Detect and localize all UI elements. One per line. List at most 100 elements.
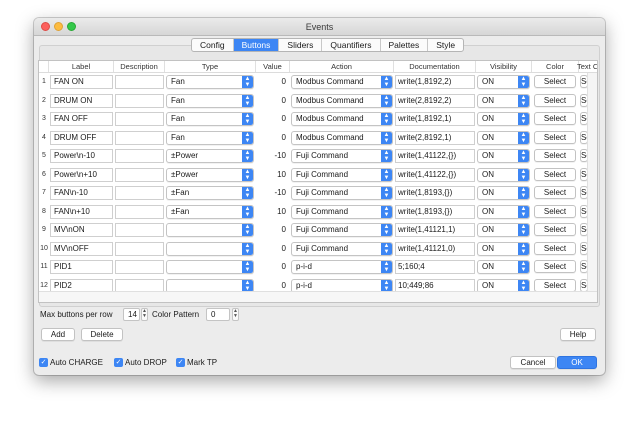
label-cell[interactable]: FAN ON (50, 75, 113, 89)
auto-drop-checkbox[interactable]: ✓ (114, 358, 123, 367)
column-header-label[interactable]: Label (49, 61, 114, 72)
documentation-cell[interactable]: write(2,8192,1) (395, 130, 475, 145)
type-select[interactable]: Fan ▲ ▼ (166, 130, 254, 145)
color-select-button[interactable]: Select (534, 278, 576, 292)
visibility-select[interactable]: ON ▲ ▼ (477, 241, 530, 256)
visibility-select[interactable]: ON ▲ ▼ (477, 112, 530, 126)
max-buttons-input[interactable]: 14 (123, 308, 140, 321)
tab-palettes[interactable]: Palettes (381, 39, 429, 51)
description-cell[interactable] (115, 241, 164, 256)
description-cell[interactable] (115, 167, 164, 182)
color-select-button[interactable]: Select (534, 186, 576, 199)
type-select[interactable]: Fan ▲ ▼ (166, 75, 254, 89)
documentation-cell[interactable]: write(1,41121,0) (395, 241, 475, 256)
label-cell[interactable]: DRUM OFF (50, 130, 113, 145)
column-header-text-color[interactable]: Text Color (577, 61, 597, 72)
tab-config[interactable]: Config (192, 39, 234, 51)
description-cell[interactable] (115, 260, 164, 274)
type-select[interactable]: ▲ ▼ (166, 241, 254, 256)
color-select-button[interactable]: Select (534, 223, 576, 236)
visibility-select[interactable]: ON ▲ ▼ (477, 223, 530, 237)
tab-buttons[interactable]: Buttons (233, 39, 280, 51)
horizontal-scrollbar[interactable] (39, 291, 597, 302)
action-select[interactable]: Fuji Command ▲ ▼ (291, 167, 393, 182)
description-cell[interactable] (115, 75, 164, 89)
value-cell[interactable]: -10 (257, 149, 289, 163)
visibility-select[interactable]: ON ▲ ▼ (477, 75, 530, 89)
action-select[interactable]: Fuji Command ▲ ▼ (291, 204, 393, 219)
description-cell[interactable] (115, 204, 164, 219)
documentation-cell[interactable]: write(1,8193,{}) (395, 204, 475, 219)
action-select[interactable]: Fuji Command ▲ ▼ (291, 241, 393, 256)
action-select[interactable]: Fuji Command ▲ ▼ (291, 186, 393, 200)
documentation-cell[interactable]: write(1,8192,1) (395, 112, 475, 126)
auto-charge-checkbox[interactable]: ✓ (39, 358, 48, 367)
column-header-color[interactable]: Color (532, 61, 579, 72)
color-select-button[interactable]: Select (534, 93, 576, 107)
cancel-button[interactable]: Cancel (510, 356, 556, 369)
action-select[interactable]: Modbus Command ▲ ▼ (291, 130, 393, 145)
column-header-value[interactable]: Value (256, 61, 290, 72)
action-select[interactable]: p-i-d ▲ ▼ (291, 260, 393, 274)
label-cell[interactable]: MV\nON (50, 223, 113, 237)
value-cell[interactable]: 0 (257, 223, 289, 237)
documentation-cell[interactable]: write(1,41122,{}) (395, 149, 475, 163)
label-cell[interactable]: PID1 (50, 260, 113, 274)
documentation-cell[interactable]: write(1,8193,{}) (395, 186, 475, 200)
column-header-type[interactable]: Type (165, 61, 256, 72)
label-cell[interactable]: MV\nOFF (50, 241, 113, 256)
vertical-scrollbar[interactable] (587, 73, 597, 292)
label-cell[interactable]: DRUM ON (50, 93, 113, 108)
value-cell[interactable]: 0 (257, 241, 289, 256)
color-select-button[interactable]: Select (534, 75, 576, 88)
documentation-cell[interactable]: write(1,41122,{}) (395, 167, 475, 182)
value-cell[interactable]: 0 (257, 112, 289, 126)
label-cell[interactable]: Power\n+10 (50, 167, 113, 182)
color-select-button[interactable]: Select (534, 204, 576, 218)
mark-tp-checkbox[interactable]: ✓ (176, 358, 185, 367)
color-select-button[interactable]: Select (534, 130, 576, 144)
value-cell[interactable]: 0 (257, 93, 289, 108)
documentation-cell[interactable]: 5;160;4 (395, 260, 475, 274)
color-select-button[interactable]: Select (534, 112, 576, 125)
column-header-visibility[interactable]: Visibility (476, 61, 532, 72)
value-cell[interactable]: 10 (257, 167, 289, 182)
column-header-action[interactable]: Action (290, 61, 394, 72)
color-pattern-input[interactable]: 0 (206, 308, 230, 321)
visibility-select[interactable]: ON ▲ ▼ (477, 260, 530, 274)
type-select[interactable]: ±Fan ▲ ▼ (166, 204, 254, 219)
documentation-cell[interactable]: write(1,8192,2) (395, 75, 475, 89)
action-select[interactable]: Modbus Command ▲ ▼ (291, 93, 393, 108)
action-select[interactable]: Modbus Command ▲ ▼ (291, 112, 393, 126)
label-cell[interactable]: FAN\n+10 (50, 204, 113, 219)
documentation-cell[interactable]: write(1,41121,1) (395, 223, 475, 237)
tab-sliders[interactable]: Sliders (279, 39, 323, 51)
color-select-button[interactable]: Select (534, 149, 576, 162)
action-select[interactable]: Fuji Command ▲ ▼ (291, 223, 393, 237)
tab-style[interactable]: Style (428, 39, 463, 51)
max-buttons-stepper[interactable]: ▲ ▼ (141, 308, 148, 321)
type-select[interactable]: ±Fan ▲ ▼ (166, 186, 254, 200)
value-cell[interactable]: 0 (257, 260, 289, 274)
tab-quantifiers[interactable]: Quantifiers (322, 39, 381, 51)
color-select-button[interactable]: Select (534, 260, 576, 273)
description-cell[interactable] (115, 130, 164, 145)
color-select-button[interactable]: Select (534, 167, 576, 181)
description-cell[interactable] (115, 149, 164, 163)
visibility-select[interactable]: ON ▲ ▼ (477, 186, 530, 200)
value-cell[interactable]: -10 (257, 186, 289, 200)
delete-button[interactable]: Delete (81, 328, 123, 341)
type-select[interactable]: Fan ▲ ▼ (166, 93, 254, 108)
type-select[interactable]: Fan ▲ ▼ (166, 112, 254, 126)
description-cell[interactable] (115, 186, 164, 200)
action-select[interactable]: Modbus Command ▲ ▼ (291, 75, 393, 89)
ok-button[interactable]: OK (557, 356, 597, 369)
column-header-documentation[interactable]: Documentation (394, 61, 476, 72)
visibility-select[interactable]: ON ▲ ▼ (477, 167, 530, 182)
visibility-select[interactable]: ON ▲ ▼ (477, 130, 530, 145)
label-cell[interactable]: Power\n-10 (50, 149, 113, 163)
visibility-select[interactable]: ON ▲ ▼ (477, 93, 530, 108)
value-cell[interactable]: 0 (257, 75, 289, 89)
color-pattern-stepper[interactable]: ▲ ▼ (232, 308, 239, 321)
value-cell[interactable]: 10 (257, 204, 289, 219)
